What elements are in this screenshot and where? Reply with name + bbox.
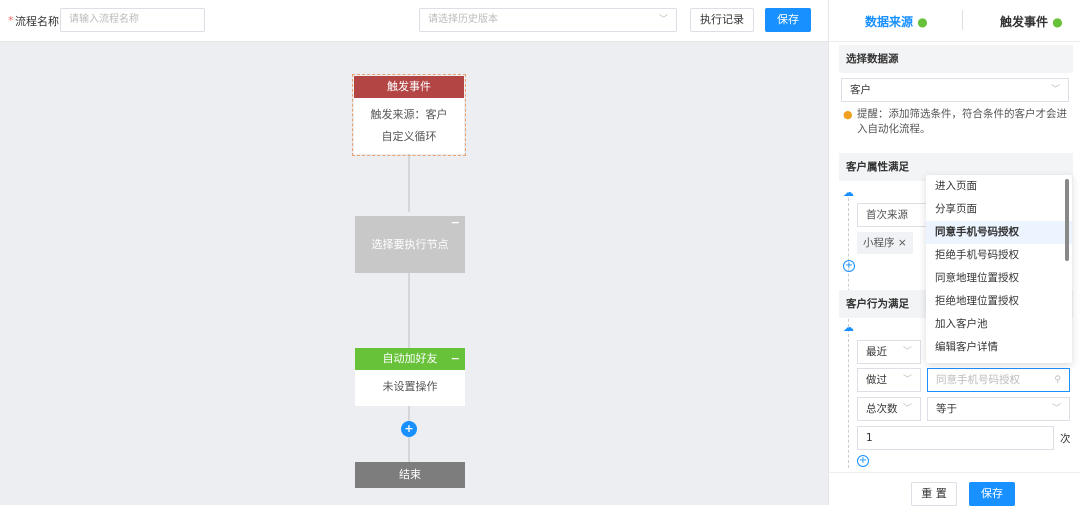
reset-button[interactable]: 重 置: [911, 482, 957, 506]
connector: [408, 273, 410, 348]
add-friend-node[interactable]: 自动加好友 − 未设置操作: [355, 348, 465, 406]
count-unit: 次: [1060, 433, 1071, 445]
tab-label: 数据来源: [865, 15, 914, 29]
flow-canvas: 触发事件 触发来源：客户 自定义循环 选择要执行节点 − 自动加好友 − 未设置操…: [0, 42, 828, 505]
chevron-down-icon: ﹀: [902, 404, 912, 414]
flow-name-input[interactable]: 请输入流程名称: [60, 8, 205, 32]
dropdown-option-selected[interactable]: 同意手机号码授权: [926, 221, 1072, 244]
count-input[interactable]: 1: [857, 426, 1054, 450]
dropdown-option[interactable]: 同意地理位置授权: [926, 267, 1072, 290]
close-icon[interactable]: ×: [898, 237, 907, 249]
trigger-node[interactable]: 触发事件 触发来源：客户 自定义循环: [352, 74, 466, 156]
dropdown-option[interactable]: 拒绝手机号码授权: [926, 244, 1072, 267]
tip-text: 提醒：添加筛选条件，符合条件的客户才会进入自动化流程。: [857, 108, 1067, 135]
select-node[interactable]: 选择要执行节点 −: [355, 216, 465, 273]
operator-select[interactable]: 等于 ﹀: [927, 397, 1070, 421]
dropdown-option[interactable]: 拒绝地理位置授权: [926, 290, 1072, 313]
dropdown-option[interactable]: 编辑客户详情: [926, 336, 1072, 359]
add-friend-body: 未设置操作: [382, 380, 438, 393]
source-select[interactable]: 客户 ﹀: [841, 78, 1069, 102]
action-placeholder: 同意手机号码授权: [936, 374, 1020, 386]
count-type-select[interactable]: 总次数 ﹀: [857, 397, 921, 421]
history-button[interactable]: 执行记录: [690, 8, 754, 32]
add-friend-title: 自动加好友 −: [355, 348, 465, 370]
select-node-label: 选择要执行节点: [371, 238, 449, 251]
trigger-loop: 自定义循环: [381, 130, 437, 143]
save-button[interactable]: 保存: [765, 8, 811, 32]
operator-value: 等于: [936, 403, 957, 415]
chevron-down-icon: ﹀: [902, 347, 912, 357]
version-placeholder: 请选择历史版本: [428, 14, 498, 25]
chevron-down-icon: ﹀: [1050, 85, 1060, 95]
action-dropdown: 进入页面 分享页面 同意手机号码授权 拒绝手机号码授权 同意地理位置授权 拒绝地…: [926, 175, 1072, 363]
end-node: 结束: [355, 462, 465, 488]
add-attr-icon[interactable]: +: [843, 260, 855, 272]
chevron-down-icon: ﹀: [902, 375, 912, 385]
source-section-title: 选择数据源: [839, 45, 1073, 73]
chevron-down-icon: ﹀: [1051, 404, 1061, 414]
attr-tag: 小程序 ×: [857, 232, 913, 254]
recent-select[interactable]: 最近 ﹀: [857, 340, 921, 364]
trigger-source: 触发来源：客户: [370, 108, 448, 121]
source-value: 客户: [850, 84, 871, 96]
tab-label: 触发事件: [1000, 15, 1049, 29]
top-toolbar: * 流程名称 请输入流程名称 请选择历史版本 ﹀ 执行记录 保存: [0, 0, 828, 42]
required-mark: *: [8, 14, 14, 27]
scrollbar[interactable]: [1065, 179, 1069, 261]
cloud-icon: ☁: [843, 321, 854, 334]
add-node-icon[interactable]: +: [401, 421, 417, 437]
dropdown-option[interactable]: 进入页面: [926, 175, 1072, 198]
search-icon: ⚲: [1054, 375, 1061, 385]
tab-data-source[interactable]: 数据来源 ●: [865, 13, 928, 30]
count-type-value: 总次数: [866, 403, 898, 415]
version-select[interactable]: 请选择历史版本 ﹀: [419, 8, 677, 32]
dropdown-option[interactable]: 加入客户池: [926, 313, 1072, 336]
panel-tabs: 数据来源 ● 触发事件 ●: [829, 0, 1080, 42]
add-friend-title-text: 自动加好友: [382, 352, 438, 365]
panel-save-button[interactable]: 保存: [969, 482, 1015, 506]
action-search-input[interactable]: 同意手机号码授权 ⚲: [927, 368, 1070, 392]
collapse-icon[interactable]: −: [451, 194, 460, 251]
warning-icon: ●: [843, 108, 853, 121]
check-circle-icon: ●: [917, 15, 928, 29]
check-circle-icon: ●: [1052, 15, 1063, 29]
dropdown-option[interactable]: 分享页面: [926, 198, 1072, 221]
flow-name-label: 流程名称: [15, 15, 59, 28]
connector: [408, 152, 410, 212]
did-value: 做过: [866, 374, 887, 386]
chevron-down-icon: ﹀: [658, 15, 668, 25]
tab-trigger-event[interactable]: 触发事件 ●: [1000, 13, 1063, 30]
collapse-icon[interactable]: −: [451, 348, 460, 370]
did-select[interactable]: 做过 ﹀: [857, 368, 921, 392]
divider: [829, 472, 1080, 473]
divider: [962, 10, 963, 30]
trigger-node-title: 触发事件: [354, 76, 464, 98]
recent-value: 最近: [866, 346, 887, 358]
tag-label: 小程序: [863, 237, 895, 249]
add-behavior-icon[interactable]: +: [857, 455, 869, 467]
